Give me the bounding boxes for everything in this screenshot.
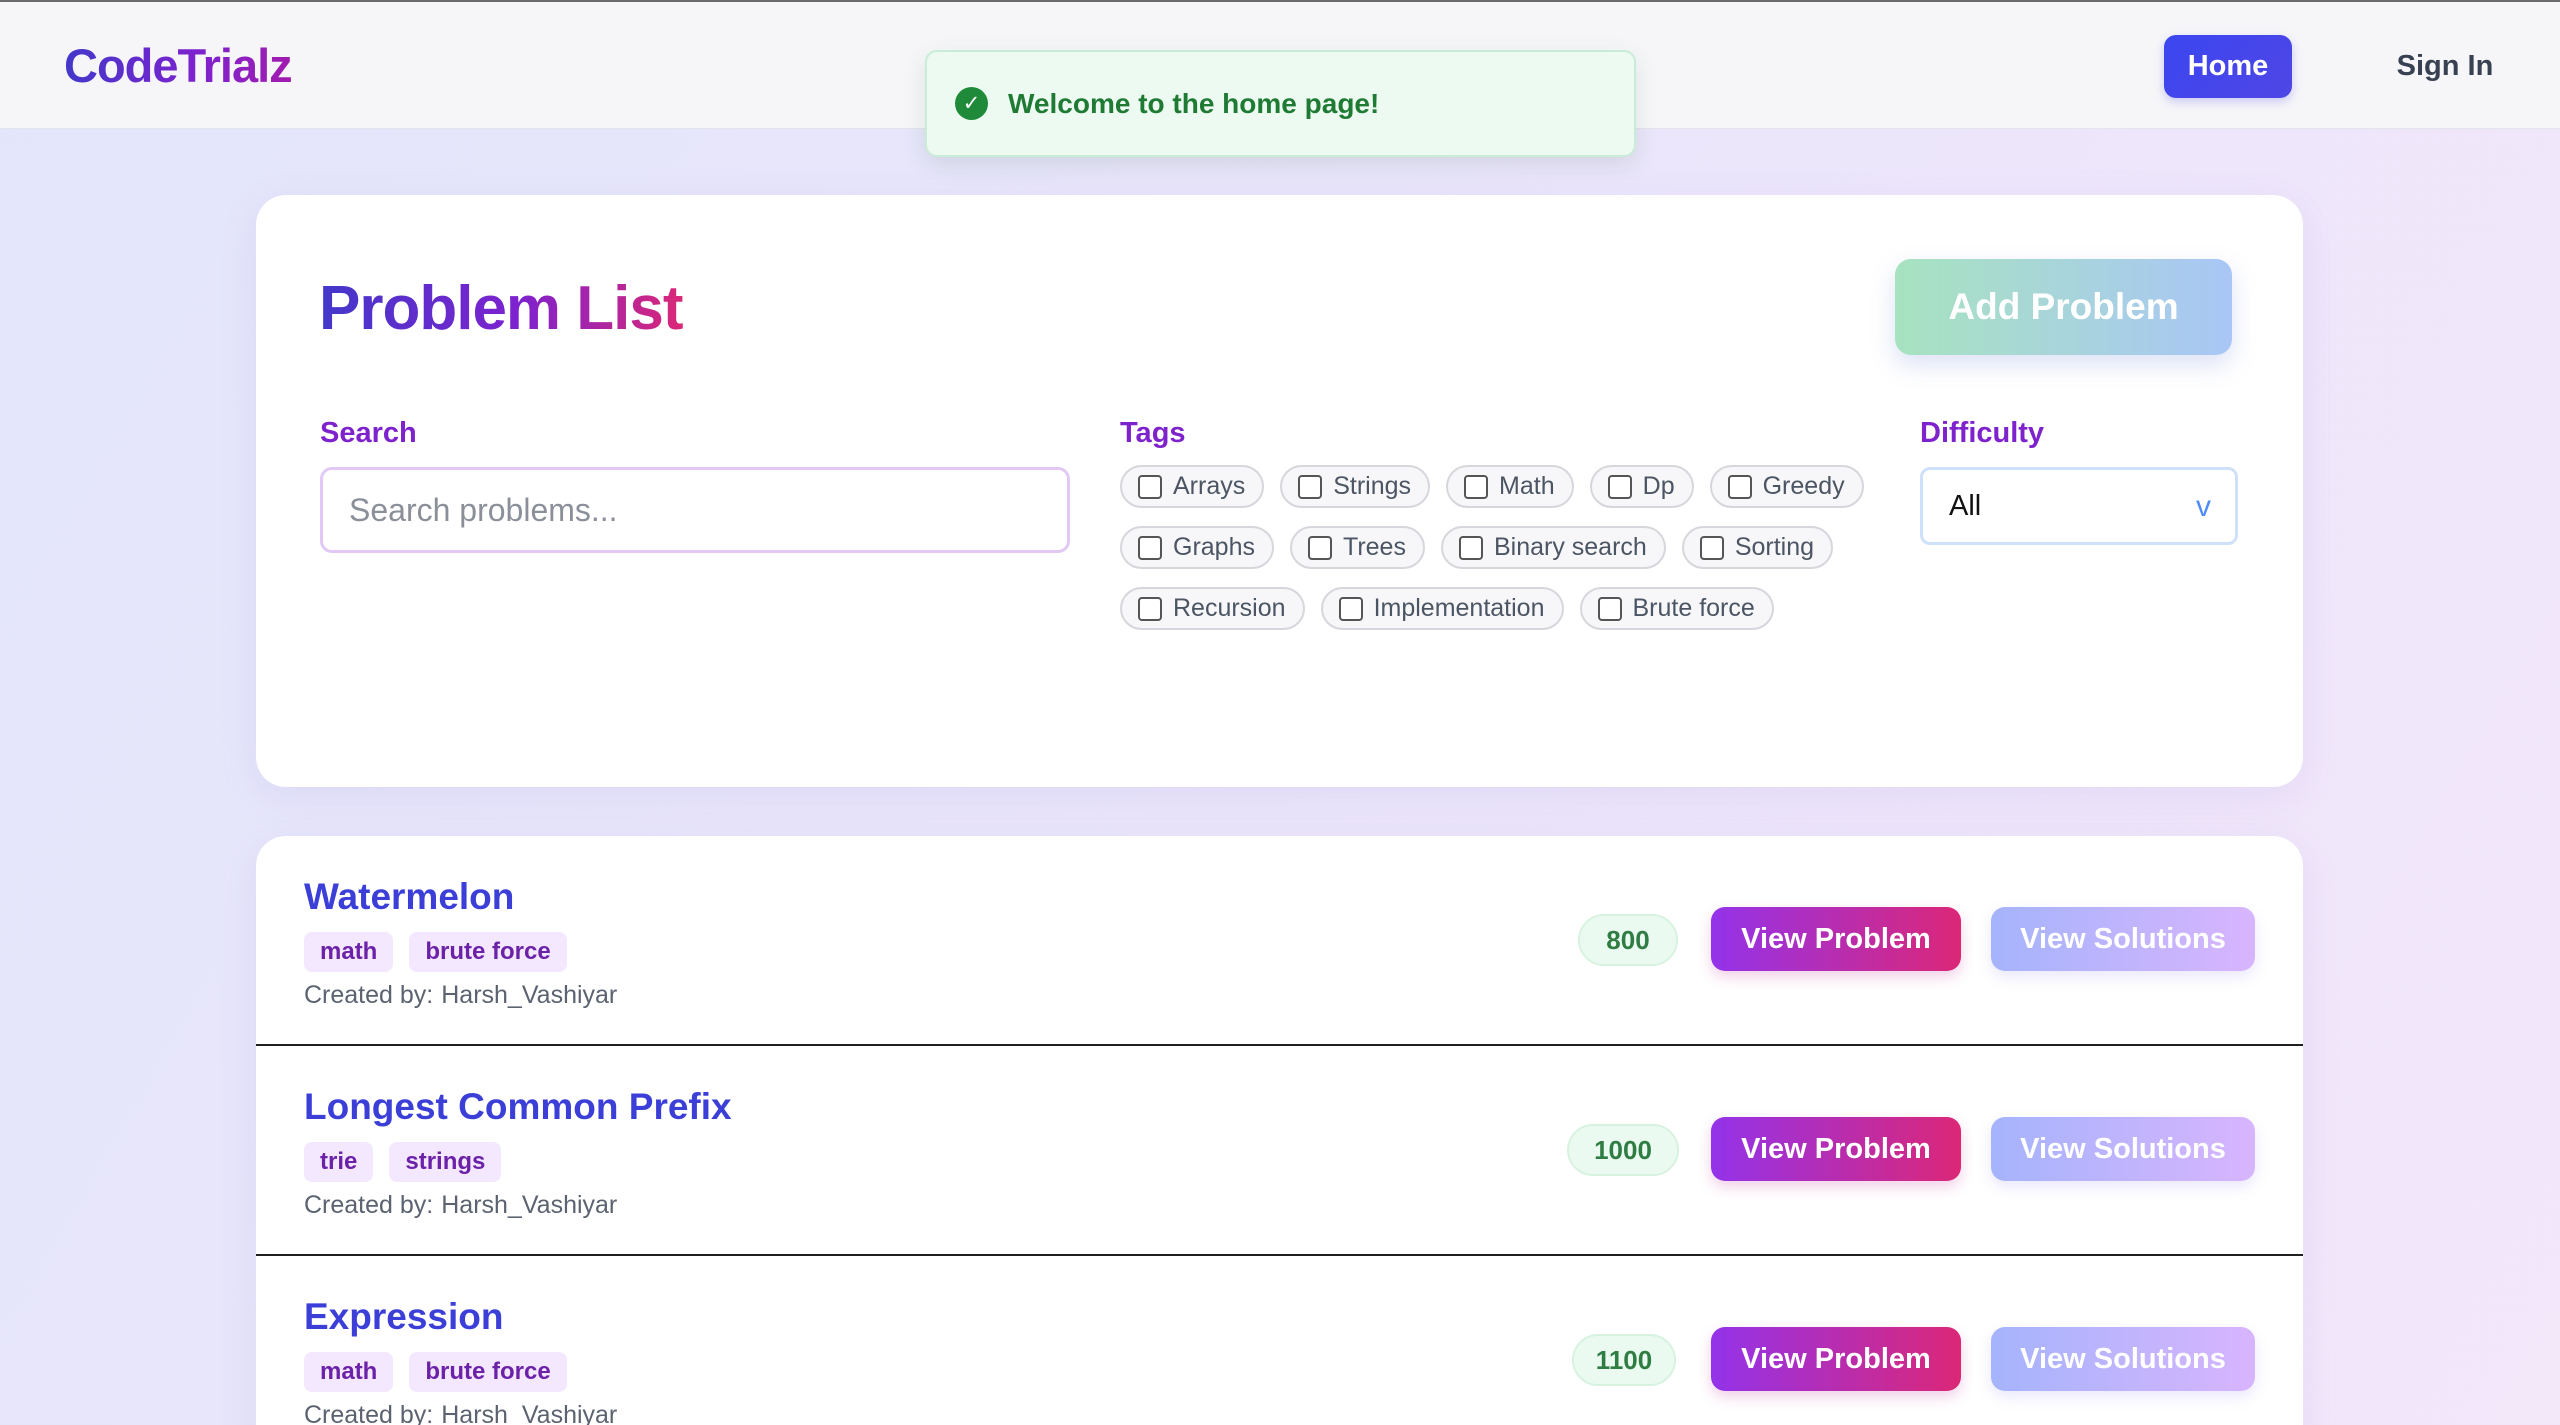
tag-filter-chip[interactable]: Sorting [1681, 526, 1834, 569]
tag-filter-label: Greedy [1762, 472, 1845, 500]
tag-filter-label: Math [1499, 472, 1555, 500]
checkbox-icon[interactable] [1138, 596, 1162, 621]
tag-filter-label: Trees [1342, 533, 1406, 561]
view-solutions-button[interactable]: View Solutions [1991, 907, 2255, 971]
difficulty-label: Difficulty [1920, 417, 2045, 449]
checkbox-icon[interactable] [1699, 535, 1724, 560]
tag-filter-chip[interactable]: Trees [1289, 526, 1425, 569]
problem-title[interactable]: Longest Common Prefix [304, 1086, 732, 1128]
toast-message: Welcome to the home page! [1008, 87, 1380, 119]
view-problem-button[interactable]: View Problem [1711, 1117, 1961, 1181]
tag-filter-label: Sorting [1734, 533, 1815, 561]
check-circle-icon: ✓ [955, 87, 988, 120]
problem-tag: brute force [409, 932, 567, 972]
checkbox-icon[interactable] [1298, 474, 1323, 499]
checkbox-icon[interactable] [1464, 474, 1489, 499]
tag-filter-label: Binary search [1493, 533, 1647, 561]
tag-filter-chip[interactable]: Strings [1280, 465, 1431, 508]
tag-filter-chip[interactable]: Implementation [1320, 587, 1564, 630]
tag-filter-label: Implementation [1373, 594, 1545, 622]
problem-tag: math [304, 932, 394, 972]
chevron-down-icon: v [2196, 490, 2211, 523]
view-solutions-button[interactable]: View Solutions [1991, 1117, 2255, 1181]
tag-filter-chip[interactable]: Binary search [1440, 526, 1666, 569]
problem-tag: strings [389, 1142, 502, 1182]
tag-filter-chip[interactable]: Arrays [1120, 465, 1265, 508]
tag-filter-chip[interactable]: Brute force [1579, 587, 1774, 630]
tag-filter-label: Brute force [1632, 594, 1755, 622]
checkbox-icon[interactable] [1138, 474, 1162, 499]
problem-tag: math [304, 1352, 394, 1392]
tag-filter-label: Recursion [1173, 594, 1286, 622]
problem-tag: brute force [409, 1352, 567, 1392]
brand-logo[interactable]: CodeTrialz [64, 38, 293, 93]
author-name: Harsh_Vashiyar [441, 1191, 618, 1219]
filter-card: Problem List Add Problem Search Tags Arr… [256, 195, 2303, 787]
checkbox-icon[interactable] [1138, 535, 1162, 560]
welcome-toast: ✓ Welcome to the home page! [925, 50, 1636, 157]
problem-title[interactable]: Watermelon [304, 876, 514, 918]
checkbox-icon[interactable] [1607, 474, 1632, 499]
difficulty-rating-badge: 1100 [1572, 1334, 1676, 1386]
problem-tags: math brute force [304, 1352, 567, 1392]
checkbox-icon[interactable] [1727, 474, 1752, 499]
author-name: Harsh_Vashiyar [441, 1401, 618, 1425]
tag-filter-label: Arrays [1173, 472, 1246, 500]
checkbox-icon[interactable] [1597, 596, 1622, 621]
problem-row: Watermelon math brute force Created by: Hars… [256, 836, 2303, 1046]
difficulty-rating-badge: 1000 [1567, 1124, 1679, 1176]
view-problem-button[interactable]: View Problem [1711, 907, 1961, 971]
checkbox-icon[interactable] [1458, 535, 1483, 560]
page-title: Problem List [319, 274, 684, 343]
tag-filter-chip[interactable]: Recursion [1120, 587, 1305, 630]
difficulty-select[interactable]: All v [1920, 467, 2238, 545]
add-problem-button[interactable]: Add Problem [1895, 259, 2232, 355]
tag-filter-chip[interactable]: Graphs [1120, 526, 1274, 569]
problem-tag: trie [304, 1142, 374, 1182]
author-label: Created by: [304, 1191, 434, 1219]
checkbox-icon[interactable] [1307, 535, 1332, 560]
home-button[interactable]: Home [2164, 35, 2292, 98]
problem-tags: trie strings [304, 1142, 502, 1182]
difficulty-rating-badge: 800 [1578, 914, 1678, 966]
search-input[interactable] [320, 467, 1070, 553]
problem-title[interactable]: Expression [304, 1296, 503, 1338]
tags-label: Tags [1120, 417, 1186, 449]
tag-filter-label: Dp [1642, 472, 1675, 500]
search-label: Search [320, 417, 417, 449]
problem-author: Created by: Harsh_Vashiyar [304, 981, 617, 1010]
problem-row: Longest Common Prefix trie strings Created … [256, 1046, 2303, 1256]
view-problem-button[interactable]: View Problem [1711, 1327, 1961, 1391]
checkbox-icon[interactable] [1338, 596, 1363, 621]
view-solutions-button[interactable]: View Solutions [1991, 1327, 2255, 1391]
difficulty-value: All [1949, 489, 1982, 522]
tag-filter-label: Graphs [1173, 533, 1255, 561]
tags-filter: Arrays Strings Math Dp Greedy Graphs Trees Bina… [1120, 465, 1880, 645]
tag-filter-chip[interactable]: Math [1446, 465, 1574, 508]
author-label: Created by: [304, 1401, 434, 1425]
tag-filter-label: Strings [1333, 472, 1412, 500]
problem-row: Expression math brute force Created by: Hars… [256, 1256, 2303, 1425]
author-name: Harsh_Vashiyar [441, 981, 618, 1009]
problem-list: Watermelon math brute force Created by: Hars… [256, 836, 2303, 1425]
tag-filter-chip[interactable]: Dp [1589, 465, 1694, 508]
problem-author: Created by: Harsh_Vashiyar [304, 1191, 617, 1220]
problem-author: Created by: Harsh_Vashiyar [304, 1401, 617, 1425]
sign-in-button[interactable]: Sign In [2360, 35, 2530, 98]
problem-tags: math brute force [304, 932, 567, 972]
tag-filter-chip[interactable]: Greedy [1709, 465, 1864, 508]
author-label: Created by: [304, 981, 434, 1009]
